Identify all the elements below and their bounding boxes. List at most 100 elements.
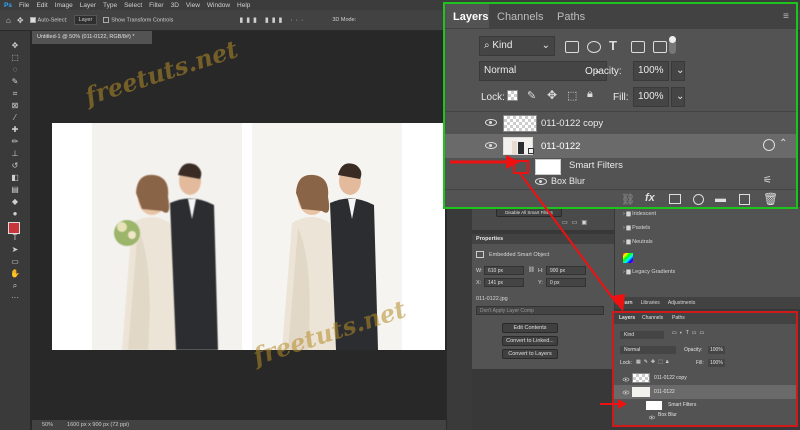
marquee-tool-icon[interactable]: ⬚ <box>5 53 25 62</box>
show-transform-checkbox[interactable]: Show Transform Controls <box>103 16 173 23</box>
opacity-dropdown[interactable]: ⌄ <box>671 61 685 81</box>
filter-name[interactable]: Box Blur <box>658 412 677 418</box>
tab-channels[interactable]: Channels <box>497 4 543 28</box>
quick-select-tool-icon[interactable]: ✎ <box>5 77 25 86</box>
lock-brush-icon[interactable]: ✎ <box>527 89 536 102</box>
lasso-tool-icon[interactable]: ◌ <box>5 65 25 74</box>
menu-layer[interactable]: Layer <box>80 2 96 9</box>
menu-edit[interactable]: Edit <box>36 2 47 9</box>
auto-select-checkbox[interactable]: Auto-Select: <box>29 16 68 23</box>
lock-icons[interactable]: ▦✎✥⬚🔒︎ <box>636 359 672 365</box>
menu-view[interactable]: View <box>186 2 200 9</box>
healing-tool-icon[interactable]: ✚ <box>5 125 25 134</box>
visibility-eye-icon[interactable] <box>485 142 497 149</box>
fill-dropdown[interactable]: ⌄ <box>671 87 685 107</box>
tab-channels[interactable]: Channels <box>642 315 663 321</box>
more-tools-icon[interactable]: ··· <box>5 293 25 302</box>
eraser-tool-icon[interactable]: ◧ <box>5 173 25 182</box>
dodge-tool-icon[interactable]: ● <box>5 209 25 218</box>
shape-tool-icon[interactable]: ▭ <box>5 257 25 266</box>
blend-mode-dropdown[interactable]: Normal <box>620 346 676 354</box>
hand-tool-icon[interactable]: ✋ <box>5 269 25 278</box>
lock-all-icon[interactable]: 🔒︎ <box>587 88 593 101</box>
home-icon[interactable]: ⌂ <box>6 16 11 25</box>
collapse-arrow-icon[interactable]: ⌃ <box>779 138 787 149</box>
visibility-eye-icon[interactable] <box>485 119 497 126</box>
foreground-color-swatch[interactable] <box>8 222 20 234</box>
eyedropper-tool-icon[interactable]: ⁄ <box>5 113 25 122</box>
menu-type[interactable]: Type <box>103 2 117 9</box>
path-select-icon[interactable]: ➤ <box>5 245 25 254</box>
menu-select[interactable]: Select <box>124 2 142 9</box>
tab-adjustments[interactable]: Adjustments <box>668 300 696 306</box>
layer-name[interactable]: 011-0122 <box>541 141 580 152</box>
tab-layers[interactable]: Layers <box>619 315 635 321</box>
opacity-field[interactable]: 100% <box>633 61 669 81</box>
visibility-eye-icon[interactable] <box>649 415 655 420</box>
edit-contents-button[interactable]: Edit Contents <box>502 323 558 333</box>
lock-position-icon[interactable]: ✥ <box>547 88 557 102</box>
panel-menu-icon[interactable]: ≡ <box>783 4 789 28</box>
history-brush-icon[interactable]: ↺ <box>5 161 25 170</box>
menu-window[interactable]: Window <box>207 2 230 9</box>
fill-field[interactable]: 100% <box>633 87 669 107</box>
menu-3d[interactable]: 3D <box>171 2 179 9</box>
new-layer-icon[interactable] <box>739 194 750 205</box>
filter-kind-value: Kind <box>492 40 513 51</box>
filter-toggle[interactable] <box>669 36 676 54</box>
shape-filter-icon[interactable] <box>631 41 645 53</box>
menu-help[interactable]: Help <box>237 2 250 9</box>
layer-row[interactable]: 011-0122 copy <box>445 111 796 133</box>
adjustment-layer-icon[interactable] <box>693 194 704 205</box>
filter-kind-dropdown[interactable]: Kind <box>620 331 664 339</box>
document-canvas[interactable] <box>52 123 445 350</box>
layer-name[interactable]: 011-0122 <box>654 389 675 395</box>
layer-name[interactable]: 011-0122 copy <box>541 118 603 129</box>
visibility-eye-icon[interactable] <box>622 390 630 395</box>
type-filter-icon[interactable]: T <box>609 38 623 53</box>
convert-to-layers-button[interactable]: Convert to Layers <box>502 349 558 359</box>
tab-paths[interactable]: Paths <box>672 315 685 321</box>
tab-layers[interactable]: Layers <box>445 4 489 28</box>
fill-field[interactable]: 100% <box>708 359 725 367</box>
move-tool-icon[interactable]: ✥ <box>17 16 24 25</box>
gradient-tool-icon[interactable]: ▤ <box>5 185 25 194</box>
add-mask-icon[interactable] <box>669 194 681 204</box>
lock-artboard-icon[interactable]: ⬚ <box>567 89 577 102</box>
new-group-icon[interactable]: ▬ <box>715 193 726 205</box>
fx-icon[interactable]: fx <box>645 192 655 204</box>
filter-icons[interactable]: ▭◐T▭▭ <box>672 330 707 336</box>
stamp-tool-icon[interactable]: ⊥ <box>5 149 25 158</box>
zoom-tool-icon[interactable]: ⌕ <box>5 281 25 290</box>
smart-object-icon <box>476 251 484 258</box>
blur-tool-icon[interactable]: ◆ <box>5 197 25 206</box>
opacity-field[interactable]: 100% <box>708 346 725 354</box>
fill-label: Fill: <box>613 92 629 103</box>
menu-file[interactable]: File <box>19 2 29 9</box>
delete-layer-icon[interactable]: 🗑︎ <box>763 192 778 206</box>
menu-filter[interactable]: Filter <box>149 2 163 9</box>
pixel-filter-icon[interactable] <box>565 41 579 53</box>
layer-name[interactable]: 011-0122 copy <box>654 375 687 381</box>
menu-image[interactable]: Image <box>55 2 73 9</box>
filter-options-icon[interactable]: ⚟ <box>763 175 772 186</box>
filter-kind-dropdown[interactable]: ⌕ Kind ⌄ <box>479 36 555 56</box>
type-tool-icon[interactable]: T <box>5 233 25 242</box>
smart-object-filter-icon[interactable] <box>653 41 667 53</box>
auto-select-target-dropdown[interactable]: Layer <box>73 15 98 25</box>
tab-libraries[interactable]: Libraries <box>641 300 660 306</box>
frame-tool-icon[interactable]: ⊠ <box>5 101 25 110</box>
crop-tool-icon[interactable]: ⌗ <box>5 89 25 98</box>
align-icons[interactable]: ▮▮▮ ▮▮▮ ··· <box>239 16 306 24</box>
brush-tool-icon[interactable]: ✏ <box>5 137 25 146</box>
smart-filters-label: Smart Filters <box>668 402 697 408</box>
visibility-eye-icon[interactable] <box>622 377 630 382</box>
blend-mode-value: Normal <box>484 65 517 76</box>
adjustment-filter-icon[interactable] <box>587 41 601 53</box>
zoom-level[interactable]: 50% <box>42 422 53 428</box>
lock-transparency-icon[interactable] <box>507 90 518 101</box>
tab-paths[interactable]: Paths <box>557 4 585 28</box>
convert-to-linked-button[interactable]: Convert to Linked... <box>502 336 558 346</box>
document-tab[interactable]: Untitled-1 @ 50% (011-0122, RGB/8#) * <box>32 31 152 44</box>
move-tool-icon[interactable]: ✥ <box>5 41 25 50</box>
